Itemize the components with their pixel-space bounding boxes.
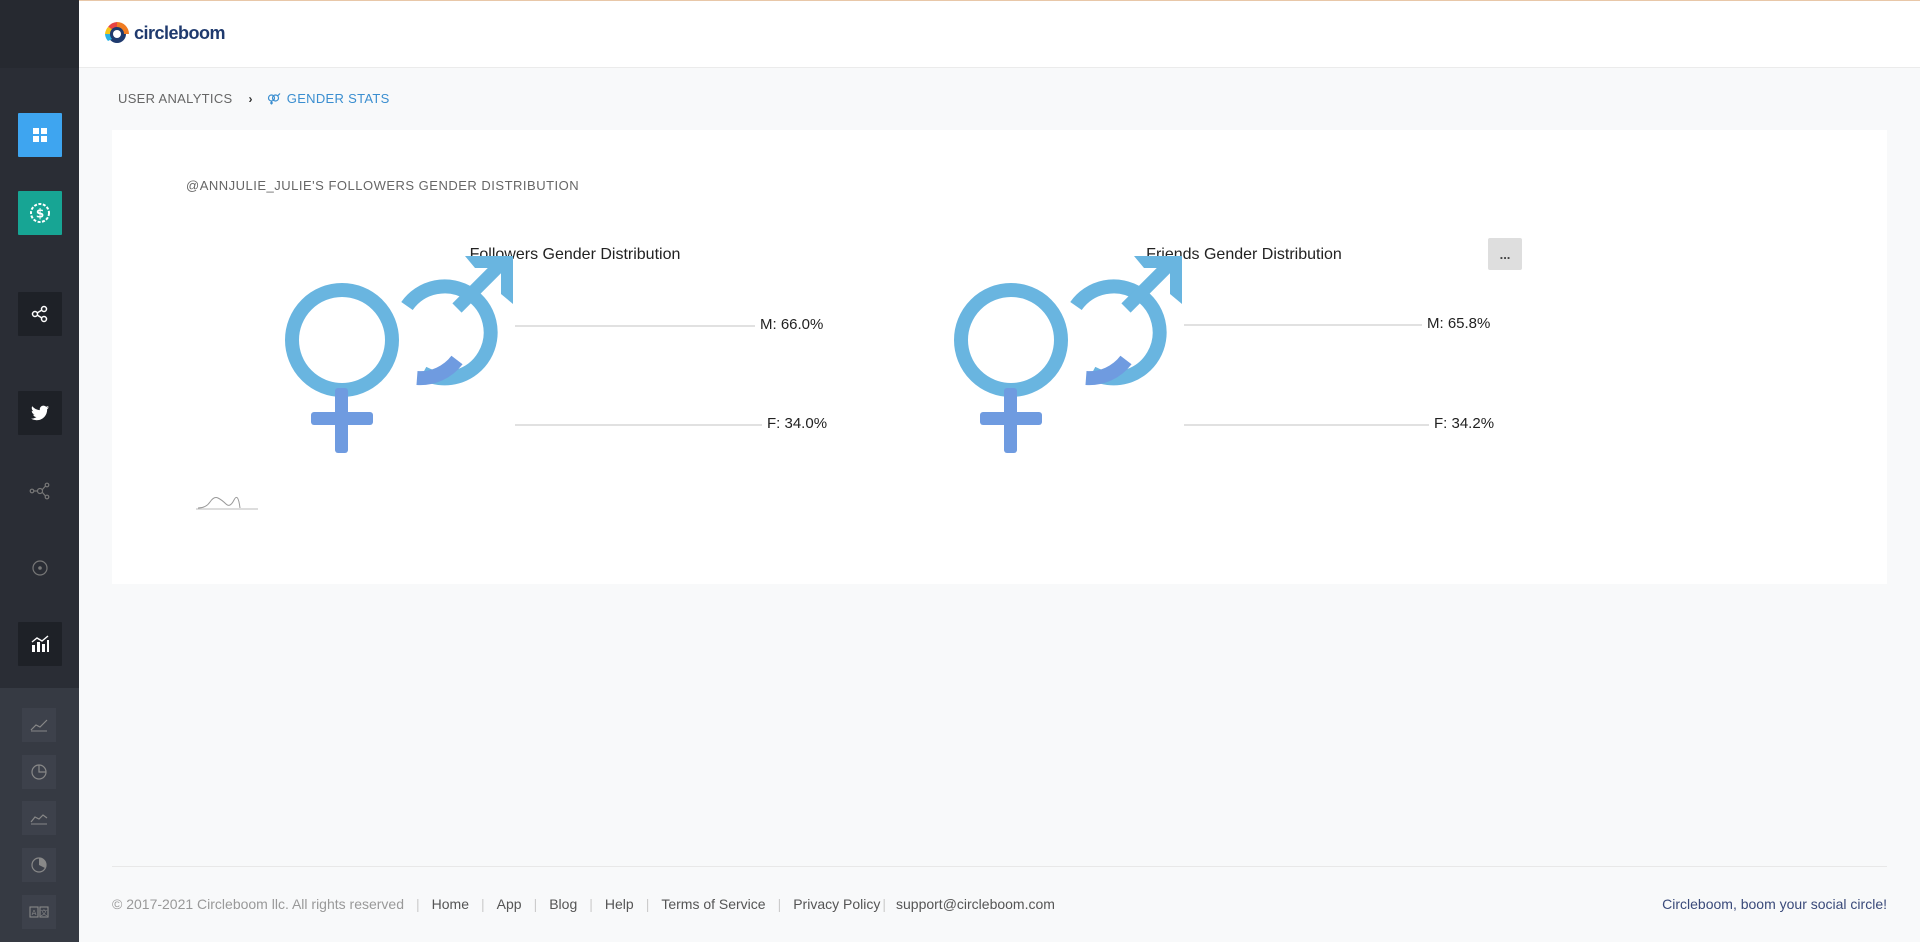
svg-text:A: A: [32, 909, 37, 917]
sidebar-submenu: A 文: [0, 688, 79, 942]
pricing-button[interactable]: $: [18, 191, 62, 235]
svg-text:$: $: [36, 207, 44, 221]
gender-symbol-graphic: [954, 230, 1534, 530]
female-symbol: [961, 290, 1061, 453]
dollar-badge-icon: $: [29, 202, 51, 224]
submenu-area-button[interactable]: [22, 801, 56, 835]
followers-gender-chart: Followers Gender Distribution M: 66.0% F…: [285, 230, 865, 530]
female-percent-label: F: 34.2%: [1434, 415, 1494, 432]
share-icon: [31, 305, 49, 323]
footer-link-terms[interactable]: Terms of Service: [661, 896, 765, 912]
footer-link-privacy[interactable]: Privacy Policy: [793, 896, 880, 912]
copyright: © 2017-2021 Circleboom llc. All rights r…: [112, 896, 404, 912]
breadcrumb-current-label: GENDER STATS: [287, 91, 390, 106]
footer-link-help[interactable]: Help: [605, 896, 634, 912]
dashboard-button[interactable]: [18, 113, 62, 157]
footer-tagline: Circleboom, boom your social circle!: [1662, 896, 1887, 912]
line-chart-icon: [30, 718, 48, 732]
target-icon: [31, 559, 49, 577]
footer-email-link[interactable]: support@circleboom.com: [896, 896, 1055, 912]
male-percent-label: M: 66.0%: [760, 316, 823, 333]
gender-symbols: [292, 256, 513, 453]
gender-icon: [267, 93, 281, 105]
share-button[interactable]: [18, 292, 62, 336]
twitter-button[interactable]: [18, 391, 62, 435]
footer-divider: [112, 866, 1887, 867]
gender-distribution-card: @ANNJULIE_JULIE'S FOLLOWERS GENDER DISTR…: [112, 130, 1887, 584]
chevron-right-icon: ›: [249, 92, 253, 106]
twitter-icon: [31, 405, 49, 421]
grid-icon: [32, 127, 48, 143]
breadcrumb-current: GENDER STATS: [267, 91, 390, 106]
breadcrumb: USER ANALYTICS › GENDER STATS: [118, 91, 390, 106]
card-title: @ANNJULIE_JULIE'S FOLLOWERS GENDER DISTR…: [186, 178, 579, 193]
male-symbol: [1076, 256, 1182, 378]
friends-gender-chart: Friends Gender Distribution M: 65.8% F: …: [954, 230, 1534, 530]
male-symbol: [407, 256, 513, 378]
logo-text: circleboom: [134, 23, 225, 44]
circleboom-logo-icon: [104, 19, 130, 47]
target-button[interactable]: [18, 546, 62, 590]
submenu-language-button[interactable]: A 文: [22, 895, 56, 929]
footer-link-blog[interactable]: Blog: [549, 896, 577, 912]
female-symbol: [292, 290, 392, 453]
pie-chart-icon: [30, 763, 48, 781]
loading-wave-icon: [196, 492, 260, 512]
pie-slice-icon: [30, 856, 48, 874]
analytics-button[interactable]: [18, 622, 62, 666]
footer: © 2017-2021 Circleboom llc. All rights r…: [112, 896, 1887, 912]
male-percent-label: M: 65.8%: [1427, 315, 1490, 332]
submenu-gender-button[interactable]: [22, 848, 56, 882]
top-header: circleboom: [79, 0, 1920, 68]
area-chart-icon: [30, 811, 48, 825]
breadcrumb-user-analytics[interactable]: USER ANALYTICS: [118, 91, 233, 106]
footer-link-home[interactable]: Home: [432, 896, 469, 912]
bar-chart-icon: [30, 635, 50, 653]
translate-icon: A 文: [29, 905, 49, 919]
sidebar-top: [0, 0, 79, 68]
svg-text:文: 文: [41, 908, 48, 917]
submenu-trend-button[interactable]: [22, 708, 56, 742]
network-button[interactable]: [18, 469, 62, 513]
footer-link-app[interactable]: App: [497, 896, 522, 912]
logo[interactable]: circleboom: [104, 19, 225, 47]
sidebar: $: [0, 0, 79, 942]
gender-symbols: [961, 256, 1182, 453]
submenu-pie-button[interactable]: [22, 755, 56, 789]
gender-symbol-graphic: [285, 230, 865, 530]
network-icon: [29, 482, 51, 500]
female-percent-label: F: 34.0%: [767, 415, 827, 432]
